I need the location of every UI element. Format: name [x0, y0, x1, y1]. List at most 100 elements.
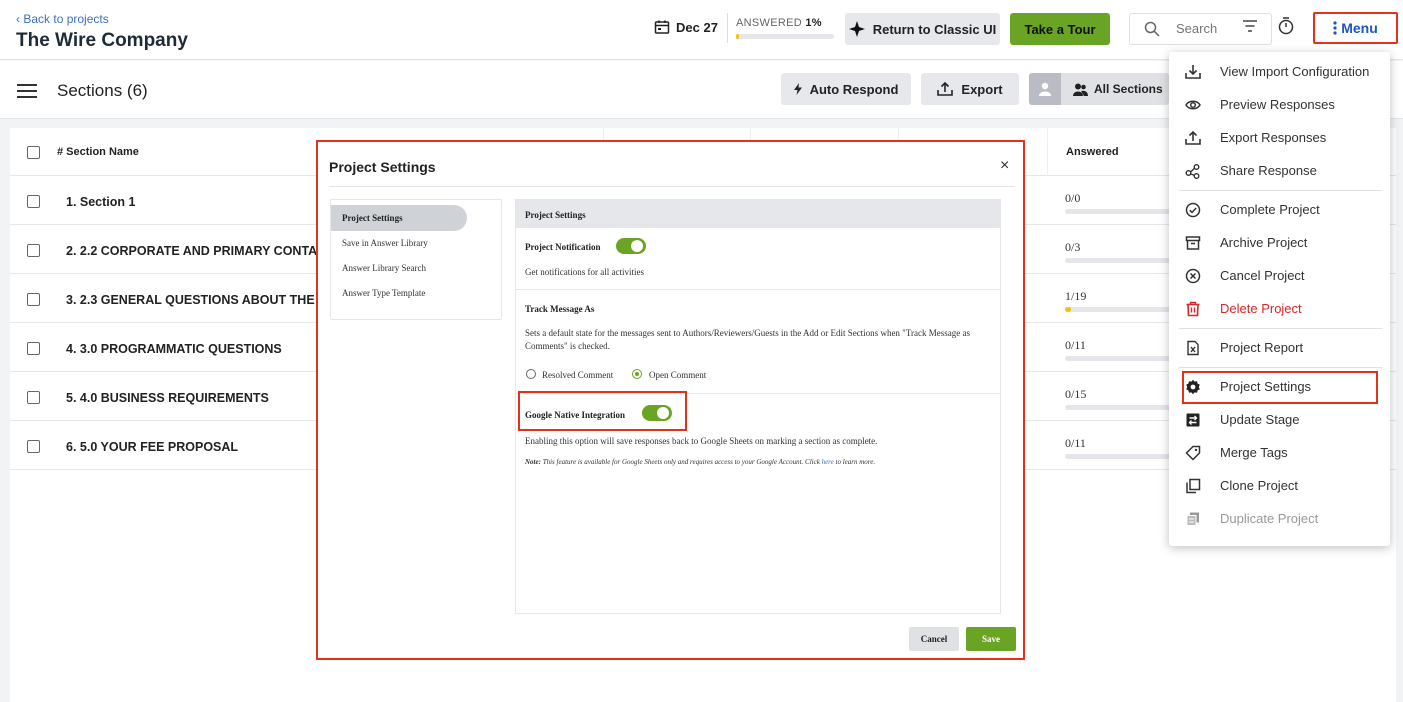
answered-count: 0/11: [1065, 436, 1086, 450]
answered-count: 0/11: [1065, 338, 1086, 352]
menu-item-label: Preview Responses: [1220, 97, 1335, 112]
menu-item-label: View Import Configuration: [1220, 64, 1370, 79]
due-date[interactable]: Dec 27: [654, 19, 718, 35]
menu-item-complete-project[interactable]: Complete Project: [1169, 195, 1390, 225]
notification-label: Project Notification: [525, 242, 601, 252]
section-name[interactable]: 4. 3.0 PROGRAMMATIC QUESTIONS: [66, 342, 282, 356]
menu-item-archive-project[interactable]: Archive Project: [1169, 228, 1390, 258]
row-progress-bar: [1065, 405, 1180, 410]
menu-item-update-stage[interactable]: Update Stage: [1169, 405, 1390, 435]
clone-icon: [1186, 478, 1201, 494]
auto-respond-button[interactable]: Auto Respond: [781, 73, 911, 105]
search-input[interactable]: [1176, 21, 1236, 36]
section-name[interactable]: 3. 2.3 GENERAL QUESTIONS ABOUT THE OI: [66, 293, 331, 307]
menu-item-label: Share Response: [1220, 163, 1317, 178]
upload-icon: [937, 82, 954, 96]
learn-more-link[interactable]: here: [822, 458, 834, 466]
all-sections-button[interactable]: All Sections: [1029, 73, 1169, 105]
notification-description: Get notifications for all activities: [525, 267, 644, 277]
section-name[interactable]: 6. 5.0 YOUR FEE PROPOSAL: [66, 440, 238, 454]
menu-item-project-report[interactable]: Project Report: [1169, 333, 1390, 363]
back-label: Back to projects: [23, 12, 109, 26]
settings-content-title: Project Settings: [525, 210, 586, 220]
row-progress-bar: [1065, 356, 1180, 361]
check-circle-icon: [1185, 202, 1201, 218]
select-all-checkbox[interactable]: [27, 146, 40, 159]
kebab-icon: [1333, 21, 1337, 35]
resolved-comment-label: Resolved Comment: [542, 370, 614, 380]
resolved-comment-radio[interactable]: [526, 369, 536, 379]
answered-label: ANSWERED 1%: [736, 17, 822, 29]
row-checkbox[interactable]: [27, 244, 40, 257]
timer-icon[interactable]: [1278, 17, 1294, 35]
menu-button[interactable]: Menu: [1313, 12, 1398, 44]
stage-icon: [1186, 413, 1200, 427]
menu-item-label: Archive Project: [1220, 235, 1308, 250]
save-button[interactable]: Save: [966, 627, 1016, 651]
menu-item-delete-project[interactable]: Delete Project: [1169, 294, 1390, 324]
export-button[interactable]: Export: [921, 73, 1019, 105]
cancel-button[interactable]: Cancel: [909, 627, 959, 651]
settings-nav-item-project-settings[interactable]: Project Settings: [331, 205, 467, 231]
settings-nav-item-answer-type-template[interactable]: Answer Type Template: [342, 288, 425, 298]
answered-progress-fill: [736, 34, 739, 39]
answered-count: 0/3: [1065, 240, 1081, 254]
menu-item-share-response[interactable]: Share Response: [1169, 156, 1390, 186]
trash-icon: [1186, 301, 1200, 317]
menu-item-duplicate-project[interactable]: Duplicate Project: [1169, 504, 1390, 534]
hamburger-icon[interactable]: [17, 84, 37, 98]
row-checkbox[interactable]: [27, 195, 40, 208]
section-name[interactable]: 1. Section 1: [66, 195, 135, 209]
highlight-box: [1182, 371, 1378, 404]
take-tour-button[interactable]: Take a Tour: [1010, 13, 1110, 45]
menu-item-label: Delete Project: [1220, 301, 1302, 316]
row-progress-fill: [1065, 307, 1071, 312]
return-classic-ui-button[interactable]: Return to Classic UI: [845, 13, 1000, 45]
modal-divider: [329, 186, 1015, 187]
auto-respond-label: Auto Respond: [809, 81, 899, 97]
settings-nav-item-save-answer-library[interactable]: Save in Answer Library: [342, 238, 428, 248]
row-progress-bar: [1065, 307, 1180, 312]
row-checkbox[interactable]: [27, 293, 40, 306]
calendar-icon: [654, 20, 670, 34]
settings-nav-item-answer-library-search[interactable]: Answer Library Search: [342, 263, 426, 273]
close-icon[interactable]: ×: [1000, 157, 1009, 175]
track-message-description: Sets a default state for the messages se…: [525, 328, 971, 351]
section-name[interactable]: 2. 2.2 CORPORATE AND PRIMARY CONTACT: [66, 244, 334, 258]
google-native-integration-description: Enabling this option will save responses…: [525, 436, 878, 446]
settings-content-header: Project Settings: [516, 200, 1000, 228]
menu-label: Menu: [1341, 20, 1378, 36]
due-date-text: Dec 27: [676, 19, 718, 35]
menu-item-merge-tags[interactable]: Merge Tags: [1169, 438, 1390, 468]
search-icon: [1144, 21, 1160, 37]
menu-item-preview-responses[interactable]: Preview Responses: [1169, 90, 1390, 120]
notification-toggle[interactable]: [616, 238, 646, 254]
settings-nav: Project Settings Save in Answer Library …: [330, 199, 502, 320]
row-checkbox[interactable]: [27, 391, 40, 404]
eye-icon: [1185, 100, 1201, 110]
menu-item-clone-project[interactable]: Clone Project: [1169, 471, 1390, 501]
upload-icon: [1185, 130, 1201, 145]
sections-title: Sections (6): [57, 81, 148, 100]
open-comment-radio[interactable]: [632, 369, 642, 379]
row-checkbox[interactable]: [27, 440, 40, 453]
back-to-projects-link[interactable]: ‹ Back to projects: [16, 12, 109, 26]
menu-item-view-import-configuration[interactable]: View Import Configuration: [1169, 57, 1390, 87]
menu-item-export-responses[interactable]: Export Responses: [1169, 123, 1390, 153]
column-header-section-name: # Section Name: [57, 146, 139, 158]
row-checkbox[interactable]: [27, 342, 40, 355]
menu-item-label: Export Responses: [1220, 130, 1327, 145]
menu-item-label: Project Report: [1220, 340, 1304, 355]
open-comment-label: Open Comment: [649, 370, 707, 380]
modal-title: Project Settings: [329, 159, 436, 175]
menu-item-label: Duplicate Project: [1220, 511, 1319, 526]
filter-icon[interactable]: [1243, 20, 1257, 32]
menu-divider: [1179, 190, 1382, 191]
section-name[interactable]: 5. 4.0 BUSINESS REQUIREMENTS: [66, 391, 269, 405]
all-sections-label: All Sections: [1094, 82, 1163, 96]
answered-text: ANSWERED: [736, 17, 802, 29]
users-icon: [1073, 83, 1088, 96]
section-divider: [516, 289, 1000, 290]
sparkle-icon: [848, 21, 865, 37]
menu-item-cancel-project[interactable]: Cancel Project: [1169, 261, 1390, 291]
